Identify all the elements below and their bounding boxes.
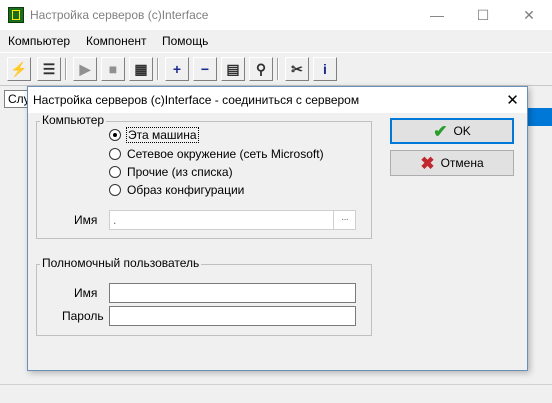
maximize-icon: ☐ bbox=[476, 6, 490, 23]
connect-dialog: Настройка серверов (c)Interface - соедин… bbox=[27, 86, 528, 371]
menu-help[interactable]: Помощь bbox=[162, 34, 208, 48]
ok-button-label: OK bbox=[453, 124, 471, 138]
password-field[interactable] bbox=[109, 306, 356, 326]
close-button[interactable]: ✕ bbox=[506, 0, 552, 30]
app-icon bbox=[8, 7, 24, 23]
lightning-connect-icon: ⚡ bbox=[10, 60, 28, 77]
close-icon: ✕ bbox=[506, 92, 519, 109]
properties-icon: ▤ bbox=[226, 60, 240, 77]
toolbar-remove-button[interactable]: − bbox=[193, 57, 217, 81]
ellipsis-icon: ··· bbox=[341, 214, 349, 225]
toolbar-separator bbox=[65, 58, 67, 80]
stop-icon: ■ bbox=[108, 61, 118, 77]
toolbar-connect-button[interactable]: ⚡ bbox=[7, 57, 31, 81]
toolbar-separator bbox=[277, 58, 279, 80]
toolbar-select-button[interactable]: ▦ bbox=[129, 57, 153, 81]
dialog-title: Настройка серверов (c)Interface - соедин… bbox=[33, 93, 360, 107]
add-icon: + bbox=[172, 61, 182, 77]
radio-button[interactable] bbox=[109, 148, 121, 160]
user-group-legend: Полномочный пользователь bbox=[40, 256, 202, 270]
password-label: Пароль bbox=[62, 309, 104, 323]
dialog-close-button[interactable]: ✕ bbox=[498, 87, 527, 113]
radio-label: Сетевое окружение (сеть Microsoft) bbox=[127, 147, 324, 161]
browse-button[interactable]: ··· bbox=[333, 211, 355, 229]
remove-icon: − bbox=[200, 61, 210, 77]
toolbar-info-button[interactable]: i bbox=[313, 57, 337, 81]
radio-button[interactable] bbox=[109, 166, 121, 178]
toolbar-tools-button[interactable]: ✂ bbox=[285, 57, 309, 81]
maximize-button[interactable]: ☐ bbox=[460, 0, 506, 30]
radio-button[interactable] bbox=[109, 184, 121, 196]
toolbar-list-button[interactable]: ☰ bbox=[37, 57, 61, 81]
computer-name-label: Имя bbox=[74, 213, 98, 227]
toolbar-stop-button[interactable]: ■ bbox=[101, 57, 125, 81]
radio-this-machine[interactable]: Эта машина bbox=[109, 127, 199, 143]
menu-computer[interactable]: Компьютер bbox=[8, 34, 70, 48]
computer-name-field[interactable]: . ··· bbox=[109, 210, 356, 230]
ok-button[interactable]: ✔ OK bbox=[390, 118, 514, 144]
window-title: Настройка серверов (c)Interface bbox=[30, 8, 209, 22]
cross-icon: ✖ bbox=[420, 153, 435, 173]
computer-name-value: . bbox=[113, 213, 117, 227]
username-field[interactable] bbox=[109, 283, 356, 303]
status-bar bbox=[0, 384, 552, 403]
search-icon: ⚲ bbox=[255, 60, 267, 77]
info-icon: i bbox=[323, 61, 327, 77]
toolbar-properties-button[interactable]: ▤ bbox=[221, 57, 245, 81]
username-label: Имя bbox=[74, 286, 98, 300]
grid-select-icon: ▦ bbox=[134, 60, 148, 77]
selected-list-row[interactable] bbox=[526, 108, 552, 126]
minimize-button[interactable]: — bbox=[414, 0, 460, 30]
tools-icon: ✂ bbox=[291, 60, 303, 77]
close-icon: ✕ bbox=[523, 6, 535, 23]
radio-label: Образ конфигурации bbox=[127, 183, 245, 197]
menubar bbox=[0, 30, 552, 52]
toolbar-search-button[interactable]: ⚲ bbox=[249, 57, 273, 81]
toolbar-separator bbox=[157, 58, 159, 80]
toolbar-start-button[interactable]: ▶ bbox=[73, 57, 97, 81]
radio-network-neighborhood[interactable]: Сетевое окружение (сеть Microsoft) bbox=[109, 146, 324, 162]
cancel-button[interactable]: ✖ Отмена bbox=[390, 150, 514, 176]
radio-configuration-image[interactable]: Образ конфигурации bbox=[109, 182, 244, 198]
radio-other-from-list[interactable]: Прочие (из списка) bbox=[109, 164, 233, 180]
cancel-button-label: Отмена bbox=[440, 156, 484, 170]
play-icon: ▶ bbox=[79, 60, 91, 77]
document-list-icon: ☰ bbox=[42, 60, 56, 77]
radio-label: Эта машина bbox=[126, 127, 199, 143]
menu-component[interactable]: Компонент bbox=[86, 34, 147, 48]
checkmark-icon: ✔ bbox=[433, 121, 448, 141]
computer-group-legend: Компьютер bbox=[40, 113, 107, 127]
radio-label: Прочие (из списка) bbox=[127, 165, 233, 179]
radio-button[interactable] bbox=[109, 129, 121, 141]
toolbar-add-button[interactable]: + bbox=[165, 57, 189, 81]
minimize-icon: — bbox=[430, 7, 444, 23]
